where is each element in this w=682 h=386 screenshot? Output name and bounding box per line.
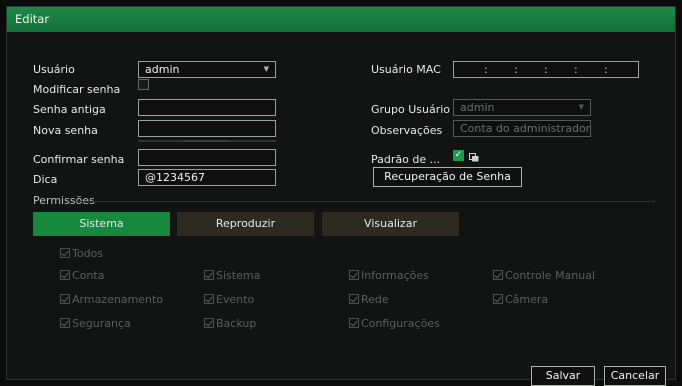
- old-password-label: Senha antiga: [33, 103, 106, 116]
- confirm-password-label: Confirmar senha: [33, 153, 125, 166]
- user-label: Usuário: [33, 63, 75, 76]
- perm-checkbox[interactable]: Configurações: [349, 317, 440, 330]
- checkbox-icon: [60, 318, 70, 328]
- password-strength-bar: [138, 140, 276, 142]
- confirm-password-field[interactable]: [138, 149, 276, 166]
- perm-checkbox[interactable]: Controle Manual: [493, 269, 595, 282]
- hint-label: Dica: [33, 173, 58, 186]
- dialog-title: Editar: [7, 7, 675, 32]
- new-password-label: Nova senha: [33, 124, 98, 137]
- perm-checkbox[interactable]: Evento: [204, 293, 254, 306]
- save-button[interactable]: Salvar: [531, 366, 595, 386]
- perm-checkbox[interactable]: Backup: [204, 317, 256, 330]
- tab-system[interactable]: Sistema: [33, 212, 170, 236]
- perm-all-checkbox[interactable]: Todos: [60, 247, 103, 260]
- mac-address-field[interactable]: : : : : :: [453, 61, 639, 78]
- cancel-button[interactable]: Cancelar: [604, 366, 666, 386]
- group-label: Grupo Usuário: [371, 103, 451, 116]
- default-pattern-label: Padrão de ...: [371, 153, 441, 166]
- tab-playback[interactable]: Reproduzir: [177, 212, 314, 236]
- perm-label: Sistema: [216, 269, 261, 282]
- checkbox-icon: [60, 248, 70, 258]
- modify-password-label: Modificar senha: [33, 83, 121, 96]
- tab-live-view[interactable]: Visualizar: [322, 212, 459, 236]
- mac-label: Usuário MAC: [371, 63, 441, 76]
- mac-separator: :: [544, 63, 548, 76]
- default-pattern-checkbox[interactable]: ✓: [453, 150, 464, 161]
- mac-separator: :: [604, 63, 608, 76]
- perm-label: Rede: [361, 293, 389, 306]
- user-select[interactable]: admin ▼: [138, 61, 276, 78]
- group-select-value: admin: [460, 101, 495, 114]
- checkbox-icon: [204, 318, 214, 328]
- new-password-field[interactable]: [138, 120, 276, 137]
- perm-label: Conta: [72, 269, 105, 282]
- checkbox-icon: [204, 294, 214, 304]
- checkbox-icon: [493, 270, 503, 280]
- chevron-down-icon: ▼: [263, 65, 269, 73]
- group-select[interactable]: admin ▼: [453, 99, 591, 116]
- perm-checkbox[interactable]: Sistema: [204, 269, 260, 282]
- checkbox-icon: [204, 270, 214, 280]
- mac-separator: :: [484, 63, 488, 76]
- perm-checkbox[interactable]: Informações: [349, 269, 429, 282]
- user-select-value: admin: [145, 63, 180, 76]
- password-recovery-button[interactable]: Recuperação de Senha: [373, 167, 522, 187]
- hint-value: @1234567: [145, 171, 205, 184]
- checkbox-icon: [60, 294, 70, 304]
- perm-label: Armazenamento: [72, 293, 164, 306]
- perm-checkbox[interactable]: Armazenamento: [60, 293, 163, 306]
- checkbox-icon: [349, 270, 359, 280]
- notes-field[interactable]: Conta do administrador: [453, 120, 591, 137]
- modify-password-checkbox[interactable]: [138, 79, 149, 90]
- checkbox-icon: [349, 318, 359, 328]
- notes-label: Observações: [371, 124, 443, 137]
- checkbox-icon: [493, 294, 503, 304]
- perm-checkbox[interactable]: Rede: [349, 293, 389, 306]
- perm-checkbox[interactable]: Segurança: [60, 317, 131, 330]
- notes-value: Conta do administrador: [460, 122, 591, 135]
- perm-label: Controle Manual: [505, 269, 595, 282]
- mac-separator: :: [574, 63, 578, 76]
- mac-separator: :: [514, 63, 518, 76]
- perm-label: Backup: [216, 317, 257, 330]
- perm-all-label: Todos: [72, 247, 104, 260]
- perm-label: Evento: [216, 293, 255, 306]
- perm-label: Configurações: [361, 317, 440, 330]
- checkbox-icon: [349, 294, 359, 304]
- perm-label: Informações: [361, 269, 429, 282]
- permissions-divider: [75, 201, 655, 202]
- perm-checkbox[interactable]: Câmera: [493, 293, 548, 306]
- perm-checkbox[interactable]: Conta: [60, 269, 104, 282]
- edit-user-dialog: Editar Usuário admin ▼ Modificar senha S…: [6, 6, 676, 386]
- old-password-field[interactable]: [138, 99, 276, 116]
- perm-label: Segurança: [72, 317, 131, 330]
- perm-label: Câmera: [505, 293, 549, 306]
- checkbox-icon: [60, 270, 70, 280]
- hint-field[interactable]: @1234567: [138, 169, 276, 186]
- chevron-down-icon: ▼: [578, 103, 584, 111]
- pattern-icon[interactable]: [469, 153, 479, 162]
